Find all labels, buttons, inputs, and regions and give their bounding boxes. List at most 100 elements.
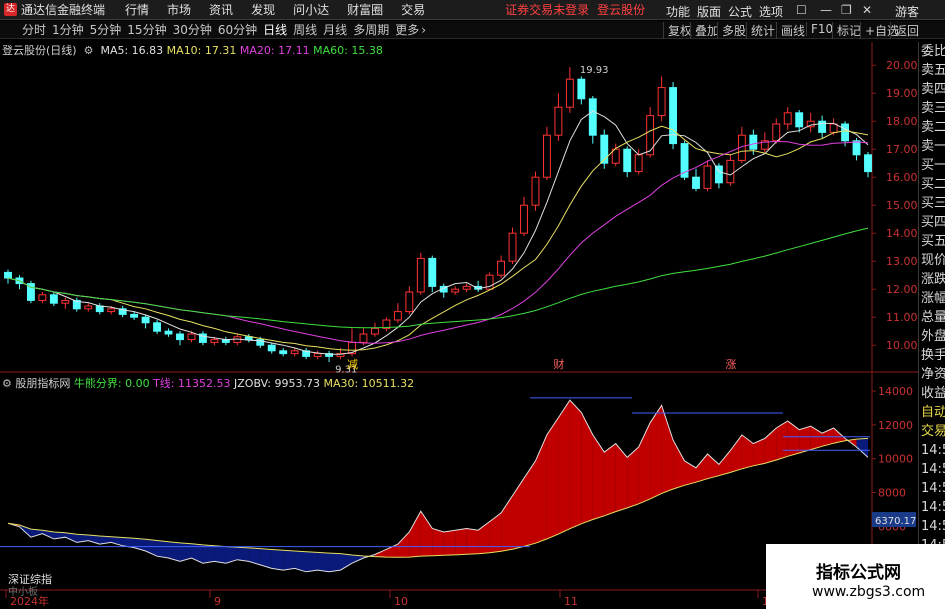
obv-fill-segment xyxy=(466,528,479,555)
candle-body xyxy=(634,154,643,173)
menu-item-banmian[interactable]: 版面 xyxy=(697,3,721,20)
sub-tick-label: 8000 xyxy=(878,486,906,499)
period-5min[interactable]: 5分钟 xyxy=(90,21,122,38)
right-panel-item: 换手 xyxy=(921,348,945,363)
menu-item-shichang[interactable]: 市场 xyxy=(167,1,191,18)
candle-body xyxy=(783,112,792,125)
candle-body xyxy=(267,344,276,352)
candle-body xyxy=(462,285,471,290)
right-panel-item: 涨幅 xyxy=(921,291,945,306)
period-60min[interactable]: 60分钟 xyxy=(218,21,257,38)
period-fenshi[interactable]: 分时 xyxy=(22,21,46,38)
obv-fill-segment xyxy=(455,528,467,555)
candle-body xyxy=(772,123,781,142)
candle-body xyxy=(164,330,173,335)
tool-huaxian[interactable]: 画线 xyxy=(776,22,805,39)
price-tick-label: 13.00 xyxy=(886,255,918,268)
price-tick-label: 14.00 xyxy=(886,227,918,240)
x-tick-label: 2024年 xyxy=(10,594,49,608)
obv-fill-segment xyxy=(237,547,249,562)
candle-body xyxy=(795,112,804,128)
minimize-icon[interactable]: — xyxy=(820,3,832,17)
obv-fill-segment xyxy=(592,434,605,520)
menu-item-gongshi[interactable]: 公式 xyxy=(728,3,752,20)
candle-body xyxy=(187,333,196,341)
period-monthly[interactable]: 月线 xyxy=(323,21,347,38)
watermark-url: www.zbgs3.com xyxy=(812,584,926,600)
period-1min[interactable]: 1分钟 xyxy=(52,21,84,38)
candle-body xyxy=(279,350,288,355)
event-marker: 财 xyxy=(553,357,564,371)
price-tick-label: 17.00 xyxy=(886,143,918,156)
tool-back[interactable]: 返回 xyxy=(890,22,919,39)
candle-body xyxy=(726,159,735,184)
menu-item-hangqing[interactable]: 行情 xyxy=(125,1,149,18)
tool-fuquan[interactable]: 复权 xyxy=(663,22,692,39)
price-tick-label: 19.00 xyxy=(886,87,918,100)
tool-biaoji[interactable]: 标记 xyxy=(832,22,861,39)
menu-bar: 达 通达信金融终端 行情 市场 资讯 发现 问小达 财富圈 交易 证券交易未登录… xyxy=(0,0,945,20)
menu-item-zixun[interactable]: 资讯 xyxy=(209,1,233,18)
period-15min[interactable]: 15分钟 xyxy=(127,21,166,38)
candle-body xyxy=(542,134,551,178)
right-panel-item: 委比 xyxy=(921,44,945,59)
right-panel-item: 总量 xyxy=(921,310,945,325)
obv-fill-segment xyxy=(306,551,318,572)
right-panel-item: 14:56 xyxy=(921,481,945,496)
event-marker: 涨 xyxy=(725,358,736,371)
obv-fill-segment xyxy=(397,532,410,558)
menu-item-gongneng[interactable]: 功能 xyxy=(666,3,690,20)
x-tick-label: 10 xyxy=(394,595,408,608)
candle-body xyxy=(520,204,528,234)
candle-body xyxy=(852,140,861,156)
index-label: 深证综指 xyxy=(8,572,52,586)
user-label[interactable]: 游客 xyxy=(895,3,919,20)
period-weekly[interactable]: 周线 xyxy=(293,21,317,38)
menu-item-jiaoyi[interactable]: 交易 xyxy=(401,1,425,18)
tool-diejia[interactable]: 叠加 xyxy=(690,22,719,39)
candle-body xyxy=(692,176,700,189)
menu-item-wenxiaoda[interactable]: 问小达 xyxy=(293,1,329,18)
obv-fill-segment xyxy=(283,550,295,571)
site-watermark: 指标公式网 www.zbgs3.com xyxy=(766,544,945,609)
menu-item-xuanxiang[interactable]: 选项 xyxy=(759,3,783,20)
obv-fill-segment xyxy=(546,417,559,539)
price-tick-label: 16.00 xyxy=(886,171,918,184)
period-more-chevron-icon[interactable]: › xyxy=(421,23,426,37)
period-more[interactable]: 更多 xyxy=(395,21,419,38)
candle-body xyxy=(577,78,586,100)
candle-body xyxy=(107,308,116,313)
obv-fill-segment xyxy=(730,434,742,473)
app-title: 通达信金融终端 xyxy=(21,3,106,17)
period-multi[interactable]: 多周期 xyxy=(353,21,389,38)
menu-item-caifuquan[interactable]: 财富圈 xyxy=(347,1,383,18)
tool-duogu[interactable]: 多股 xyxy=(717,22,746,39)
candle-body xyxy=(4,271,12,279)
obv-fill-segment xyxy=(271,549,284,571)
watermark-title: 指标公式网 xyxy=(816,563,901,583)
skin-icon[interactable]: ☐ xyxy=(796,3,807,17)
right-panel-item[interactable]: 交易 xyxy=(919,422,945,441)
tool-tongji[interactable]: 统计 xyxy=(746,22,775,39)
price-tick-label: 18.00 xyxy=(886,115,918,128)
x-tick-label: 9 xyxy=(214,595,221,608)
obv-fill-segment xyxy=(661,405,674,494)
period-daily[interactable]: 日线 xyxy=(263,21,287,38)
right-panel-item: 涨跌 xyxy=(921,272,945,287)
right-panel-item[interactable]: 自动 xyxy=(919,403,945,422)
price-tick-label: 12.00 xyxy=(886,283,918,296)
candle-body xyxy=(313,353,322,357)
obv-fill-segment xyxy=(741,434,754,469)
restore-icon[interactable]: ❐ xyxy=(841,3,852,17)
tool-f10[interactable]: F10 xyxy=(806,22,833,36)
menu-item-faxian[interactable]: 发现 xyxy=(251,1,275,18)
close-icon[interactable]: ✕ xyxy=(862,3,872,17)
candle-body xyxy=(84,305,93,310)
obv-fill-segment xyxy=(157,540,169,558)
candle-body xyxy=(210,339,219,343)
kline-chart[interactable]: 20.00 19.00 18.00 17.00 16.00 15.00 14.00 13.00… xyxy=(0,42,918,608)
period-30min[interactable]: 30分钟 xyxy=(173,21,212,38)
candle-body xyxy=(428,257,437,287)
candle-body xyxy=(130,313,139,318)
trade-login-warning[interactable]: 证券交易未登录 xyxy=(505,1,589,18)
